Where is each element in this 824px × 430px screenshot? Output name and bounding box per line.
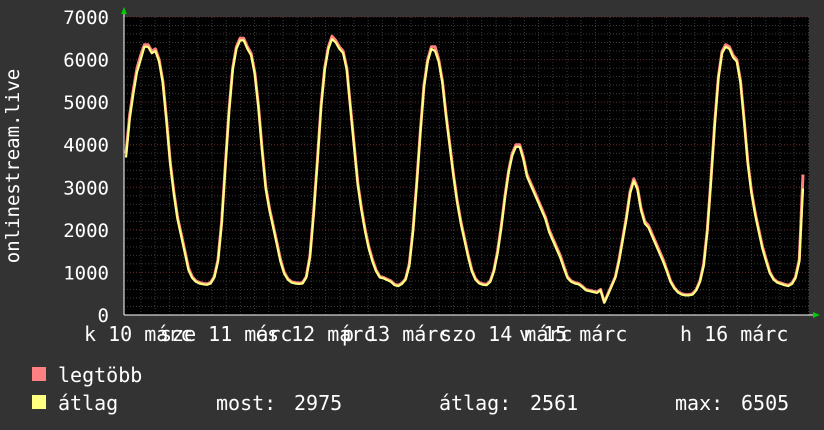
stat-max-label: max: [675,391,723,415]
y-tick-label: 1000 [63,262,109,284]
legend-label-max: legtöbb [58,363,142,387]
x-tick-label: p 13 márc [342,322,450,346]
y-tick-label: 5000 [63,92,109,114]
y-tick-label: 6000 [63,50,109,72]
legend-swatch-max [32,367,46,381]
x-tick-label: h 16 márc [680,322,788,346]
stat-avg-value: 2561 [530,391,578,415]
x-tick-label: v 15 márc [519,322,627,346]
y-tick-label: 4000 [63,135,109,157]
line-chart: 01000200030004000500060007000k 10 márcsz… [0,0,824,430]
legend-swatch-avg [32,395,46,409]
stat-now-label: most: [216,391,276,415]
stat-now-value: 2975 [294,391,342,415]
stat-avg-label: átlag: [439,391,511,415]
y-axis-label: onlinestream.live [2,69,24,263]
stat-max-value: 6505 [741,391,789,415]
legend-label-avg: átlag [58,391,118,415]
y-tick-label: 3000 [63,177,109,199]
y-tick-label: 7000 [63,7,109,29]
y-tick-label: 2000 [63,220,109,242]
